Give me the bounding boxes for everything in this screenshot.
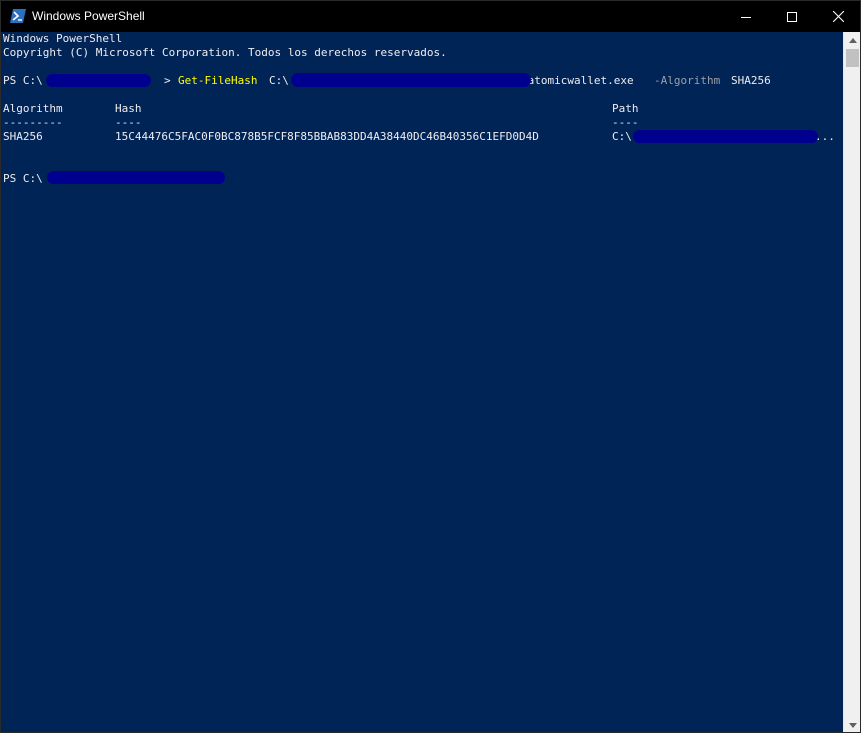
command-name: Get-FileHash xyxy=(178,74,258,87)
chevron-up-icon xyxy=(848,38,857,43)
window-title: Windows PowerShell xyxy=(32,9,145,23)
console-output[interactable]: Windows PowerShell Copyright (C) Microso… xyxy=(1,32,843,732)
command-parameter: -Algorithm xyxy=(654,74,721,87)
table-header-row: Algorithm Hash Path xyxy=(3,102,843,116)
copyright-line: Copyright (C) Microsoft Corporation. Tod… xyxy=(3,46,447,59)
prompt-prefix: PS C:\ xyxy=(3,74,43,87)
minimize-icon xyxy=(741,16,751,18)
scroll-thumb[interactable] xyxy=(846,49,859,67)
scroll-down-button[interactable] xyxy=(844,717,860,732)
close-button[interactable] xyxy=(815,1,860,32)
prompt-prefix-2: PS C:\ xyxy=(3,172,43,185)
command-parameter-value: SHA256 xyxy=(731,74,771,87)
header-path: Path xyxy=(612,102,639,115)
header-hash: Hash xyxy=(115,102,142,115)
chevron-down-icon xyxy=(848,723,857,728)
redaction-mark xyxy=(633,130,818,143)
redaction-mark xyxy=(291,73,531,87)
row-hash: 15C44476C5FAC0F0BC878B5FCF8F85BBAB83DD4A… xyxy=(115,130,539,143)
separator-algorithm: --------- xyxy=(3,116,63,129)
header-algorithm: Algorithm xyxy=(3,102,63,115)
separator-hash: ---- xyxy=(115,116,142,129)
command-path-prefix: C:\ xyxy=(269,74,289,87)
separator-path: ---- xyxy=(612,116,639,129)
prompt-suffix: > xyxy=(164,74,171,87)
header-line: Windows PowerShell xyxy=(3,32,123,45)
command-path-suffix: \atomicwallet.exe xyxy=(521,74,634,87)
redaction-mark xyxy=(46,74,151,87)
maximize-button[interactable] xyxy=(769,1,815,32)
maximize-icon xyxy=(787,11,797,22)
prompt-line: PS C:\ xyxy=(3,172,43,186)
redaction-mark xyxy=(47,171,225,184)
row-algorithm: SHA256 xyxy=(3,130,43,143)
title-bar[interactable]: Windows PowerShell xyxy=(1,1,860,32)
close-icon xyxy=(832,11,844,22)
powershell-icon[interactable] xyxy=(10,9,26,23)
row-path-prefix: C:\ xyxy=(612,130,632,143)
minimize-button[interactable] xyxy=(723,1,769,32)
scroll-up-button[interactable] xyxy=(844,32,860,49)
powershell-window: Windows PowerShell Windows PowerShell Co… xyxy=(0,0,861,733)
vertical-scrollbar[interactable] xyxy=(843,32,860,732)
table-separator-row: --------- ---- ---- xyxy=(3,116,843,130)
